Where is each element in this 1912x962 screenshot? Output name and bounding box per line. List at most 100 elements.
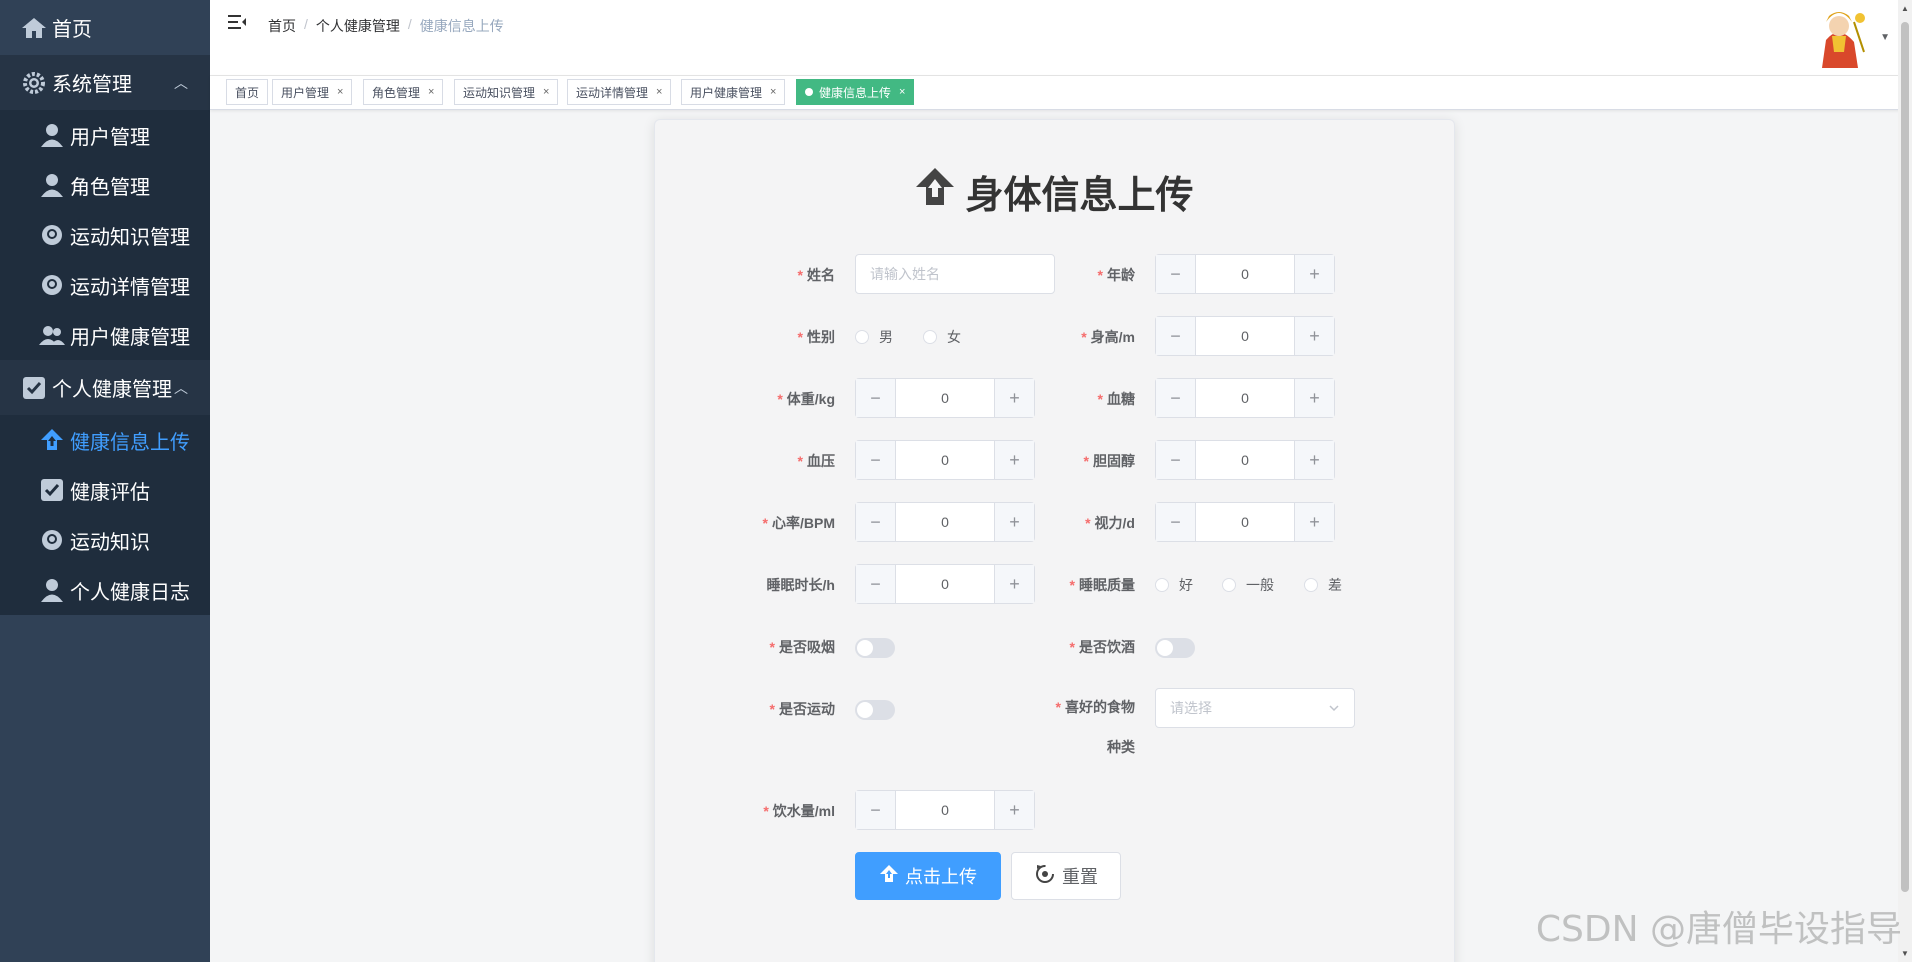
smoke-label: * 是否吸烟 (769, 639, 835, 655)
sidebar: 首页 系统管理 ︿ 用户管理 角色管理 运动知识管理 运动详情管理 用户健康管理… (0, 0, 210, 962)
sleep-quality-radio-bad[interactable]: 差 (1304, 575, 1342, 595)
sidebar-item-health-log[interactable]: 个人健康日志 (0, 565, 210, 615)
chevron-down-icon (1328, 701, 1340, 717)
menu-home[interactable]: 首页 (0, 0, 210, 55)
minus-icon[interactable]: − (1156, 255, 1196, 293)
plus-icon[interactable]: + (1294, 379, 1334, 417)
sidebar-item-sport-detail-manage[interactable]: 运动详情管理 (0, 260, 210, 310)
plus-icon[interactable]: + (994, 791, 1034, 829)
minus-icon[interactable]: − (1156, 503, 1196, 541)
smoke-switch[interactable] (855, 638, 895, 658)
sidebar-item-label: 用户管理 (70, 126, 150, 149)
plus-icon[interactable]: + (1294, 255, 1334, 293)
user-icon (38, 121, 66, 149)
close-icon[interactable]: × (899, 86, 905, 98)
navbar: 首页 / 个人健康管理 / 健康信息上传 ▼ (210, 0, 1912, 76)
pressure-stepper[interactable]: −0 + (855, 440, 1035, 480)
close-icon[interactable]: × (543, 86, 549, 98)
plus-icon[interactable]: + (994, 503, 1034, 541)
support-icon (38, 271, 66, 299)
height-stepper[interactable]: −0 + (1155, 316, 1335, 356)
minus-icon[interactable]: − (1156, 379, 1196, 417)
tag-sport-detail-manage[interactable]: 运动详情管理 × (567, 79, 672, 105)
sleep-quality-radio-normal[interactable]: 一般 (1222, 575, 1274, 595)
sidebar-item-user-manage[interactable]: 用户管理 (0, 110, 210, 160)
watermark: CSDN @唐僧毕设指导 (1535, 909, 1902, 950)
name-input[interactable]: 请输入姓名 (855, 254, 1055, 294)
close-icon[interactable]: × (337, 86, 343, 98)
hamburger-icon[interactable] (228, 14, 246, 32)
heart-rate-stepper[interactable]: −0 + (855, 502, 1035, 542)
minus-icon[interactable]: − (856, 379, 896, 417)
sidebar-item-label: 健康信息上传 (70, 431, 190, 454)
water-stepper[interactable]: −0 + (855, 790, 1035, 830)
scroll-down-icon[interactable]: ▼ (1901, 949, 1909, 958)
menu-system-label: 系统管理 (52, 74, 132, 96)
upload-button[interactable]: 点击上传 (855, 852, 1001, 900)
chevron-up-icon: ︿ (174, 74, 188, 91)
sidebar-item-health-upload[interactable]: 健康信息上传 (0, 415, 210, 465)
sport-switch[interactable] (855, 700, 895, 720)
scroll-thumb[interactable] (1901, 22, 1909, 892)
sidebar-item-label: 健康评估 (70, 481, 150, 504)
minus-icon[interactable]: − (856, 565, 896, 603)
sugar-stepper[interactable]: −0 + (1155, 378, 1335, 418)
tags-view: 首页 用户管理 × 角色管理 × 运动知识管理 × 运动详情管理 × 用户健康管理 × 健… (210, 76, 1912, 110)
minus-icon[interactable]: − (1156, 441, 1196, 479)
pressure-label: * 血压 (797, 453, 835, 469)
age-stepper[interactable]: −0 + (1155, 254, 1335, 294)
minus-icon[interactable]: − (856, 503, 896, 541)
minus-icon[interactable]: − (856, 441, 896, 479)
sleep-quality-label: * 睡眠质量 (1069, 577, 1135, 593)
sidebar-item-sport-knowledge[interactable]: 运动知识 (0, 515, 210, 565)
reset-button[interactable]: 重置 (1011, 852, 1121, 900)
close-icon[interactable]: × (428, 86, 434, 98)
cholesterol-label: * 胆固醇 (1083, 453, 1135, 469)
plus-icon[interactable]: + (1294, 503, 1334, 541)
menu-personal-label: 个人健康管理 (52, 379, 172, 401)
minus-icon[interactable]: − (856, 791, 896, 829)
plus-icon[interactable]: + (994, 565, 1034, 603)
sidebar-item-health-assess[interactable]: 健康评估 (0, 465, 210, 515)
tag-health-upload[interactable]: 健康信息上传 × (796, 79, 915, 105)
sidebar-item-user-health-manage[interactable]: 用户健康管理 (0, 310, 210, 360)
close-icon[interactable]: × (770, 86, 776, 98)
gender-radio-male[interactable]: 男 (855, 327, 893, 347)
menu-personal-health[interactable]: 个人健康管理 ︿ (0, 360, 210, 415)
scrollbar[interactable]: ▲ ▼ (1898, 0, 1912, 962)
gender-radio-female[interactable]: 女 (923, 327, 961, 347)
plus-icon[interactable]: + (994, 441, 1034, 479)
breadcrumb-home[interactable]: 首页 (268, 16, 296, 36)
upload-icon (915, 167, 955, 217)
tag-role-manage[interactable]: 角色管理 × (363, 79, 444, 105)
tag-home[interactable]: 首页 (226, 79, 269, 105)
minus-icon[interactable]: − (1156, 317, 1196, 355)
plus-icon[interactable]: + (1294, 317, 1334, 355)
tag-user-health-manage[interactable]: 用户健康管理 × (681, 79, 786, 105)
drink-label: * 是否饮酒 (1069, 639, 1135, 655)
plus-icon[interactable]: + (1294, 441, 1334, 479)
avatar[interactable] (1804, 2, 1874, 72)
gender-label: * 性别 (797, 329, 835, 345)
sidebar-item-label: 用户健康管理 (70, 326, 190, 349)
caret-down-icon[interactable]: ▼ (1880, 32, 1890, 43)
close-icon[interactable]: × (656, 86, 662, 98)
breadcrumb-personal[interactable]: 个人健康管理 (316, 16, 400, 36)
scroll-up-icon[interactable]: ▲ (1901, 4, 1909, 13)
form-title-text: 身体信息上传 (965, 175, 1194, 217)
sleep-quality-radio-good[interactable]: 好 (1155, 575, 1193, 595)
tag-sport-knowledge-manage[interactable]: 运动知识管理 × (454, 79, 559, 105)
weight-label: * 体重/kg (777, 391, 835, 407)
plus-icon[interactable]: + (994, 379, 1034, 417)
cholesterol-stepper[interactable]: −0 + (1155, 440, 1335, 480)
sidebar-item-role-manage[interactable]: 角色管理 (0, 160, 210, 210)
checkbox-icon (38, 476, 66, 504)
sidebar-item-sport-knowledge-manage[interactable]: 运动知识管理 (0, 210, 210, 260)
weight-stepper[interactable]: −0 + (855, 378, 1035, 418)
tag-user-manage[interactable]: 用户管理 × (272, 79, 353, 105)
sleep-duration-stepper[interactable]: −0 + (855, 564, 1035, 604)
menu-system[interactable]: 系统管理 ︿ (0, 55, 210, 110)
vision-stepper[interactable]: −0 + (1155, 502, 1335, 542)
drink-switch[interactable] (1155, 638, 1195, 658)
food-select[interactable]: 请选择 (1155, 688, 1355, 728)
